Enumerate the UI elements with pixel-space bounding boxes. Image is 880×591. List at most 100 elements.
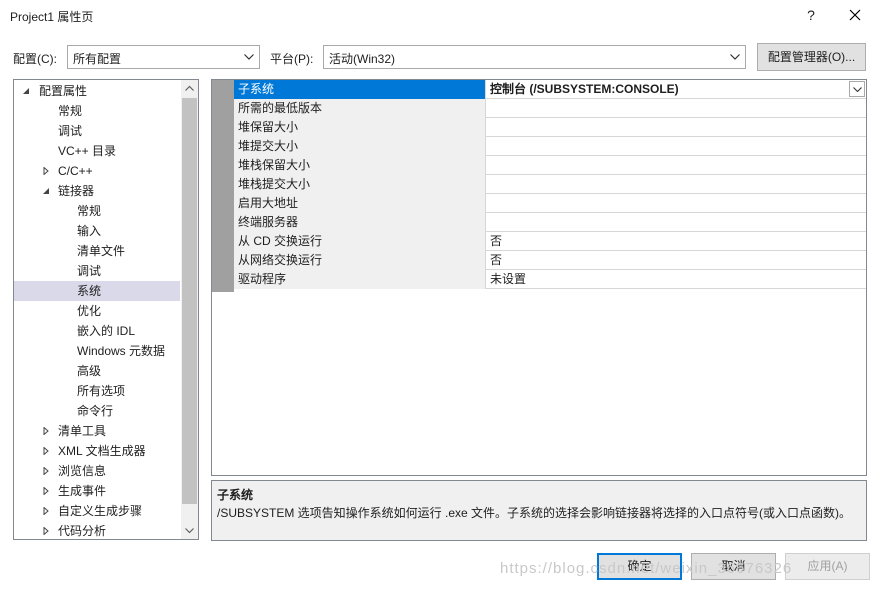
property-grid[interactable]: 子系统 控制台 (/SUBSYSTEM:CONSOLE) 所需的最低版本 堆保留大小堆… xyxy=(211,79,867,476)
property-value[interactable]: 控制台 (/SUBSYSTEM:CONSOLE) xyxy=(487,80,866,99)
collapsed-triangle-icon[interactable] xyxy=(42,167,50,175)
collapsed-triangle-icon[interactable] xyxy=(42,527,50,535)
collapsed-triangle-icon[interactable] xyxy=(42,447,50,455)
tree-item-label: 嵌入的 IDL xyxy=(77,324,136,338)
property-row[interactable]: 从网络交换运行否 xyxy=(234,251,866,270)
config-select[interactable]: 所有配置 xyxy=(67,45,260,69)
tree-item[interactable]: 嵌入的 IDL xyxy=(14,321,180,341)
tree-item[interactable]: 自定义生成步骤 xyxy=(14,501,180,521)
grid-gutter xyxy=(212,80,234,292)
tree-item-label: 自定义生成步骤 xyxy=(58,504,143,518)
chevron-down-icon xyxy=(185,528,194,534)
config-select-value: 所有配置 xyxy=(73,52,122,66)
config-manager-button[interactable]: 配置管理器(O)... xyxy=(757,43,866,71)
property-name: 堆提交大小 xyxy=(234,137,486,156)
property-name: 从网络交换运行 xyxy=(234,251,486,270)
help-button[interactable]: ? xyxy=(796,0,826,30)
tree-item-label: 调试 xyxy=(58,124,83,138)
apply-button[interactable]: 应用(A) xyxy=(785,553,870,580)
tree-item[interactable]: 命令行 xyxy=(14,401,180,421)
tree-item[interactable]: 所有选项 xyxy=(14,381,180,401)
property-value[interactable] xyxy=(487,99,866,118)
collapsed-triangle-icon[interactable] xyxy=(42,467,50,475)
tree-item[interactable]: XML 文档生成器 xyxy=(14,441,180,461)
property-row[interactable]: 子系统 控制台 (/SUBSYSTEM:CONSOLE) xyxy=(234,80,866,99)
tree-item[interactable]: 输入 xyxy=(14,221,180,241)
tree-item-label: 代码分析 xyxy=(58,524,107,538)
property-row[interactable]: 驱动程序 未设置 xyxy=(234,270,866,289)
tree-item-label: XML 文档生成器 xyxy=(58,444,146,458)
tree-item[interactable]: 生成事件 xyxy=(14,481,180,501)
expanded-triangle-icon[interactable] xyxy=(22,87,30,95)
close-button[interactable] xyxy=(840,0,870,30)
tree-item[interactable]: 系统 xyxy=(14,281,180,301)
tree-item-label: VC++ 目录 xyxy=(58,144,117,158)
tree-item[interactable]: Windows 元数据 xyxy=(14,341,180,361)
property-name: 所需的最低版本 xyxy=(234,99,486,118)
tree-item-label: 高级 xyxy=(77,364,102,378)
tree-item[interactable]: 调试 xyxy=(14,261,180,281)
property-name: 驱动程序 xyxy=(234,270,486,289)
property-row[interactable]: 终端服务器 xyxy=(234,213,866,232)
description-title: 子系统 xyxy=(217,488,254,502)
property-value[interactable] xyxy=(487,156,866,175)
tree-item-label: 所有选项 xyxy=(77,384,126,398)
platform-select[interactable]: 活动(Win32) xyxy=(323,45,746,69)
tree-item-label: 清单工具 xyxy=(58,424,107,438)
tree-item[interactable]: 配置属性 xyxy=(14,81,180,101)
scroll-down-button[interactable] xyxy=(181,522,198,539)
scrollbar-thumb[interactable] xyxy=(182,98,197,504)
tree-item[interactable]: 清单文件 xyxy=(14,241,180,261)
tree-item-label: 链接器 xyxy=(58,184,95,198)
property-row[interactable]: 从 CD 交换运行否 xyxy=(234,232,866,251)
property-value[interactable] xyxy=(487,175,866,194)
property-row[interactable]: 堆栈保留大小 xyxy=(234,156,866,175)
property-value[interactable]: 未设置 xyxy=(487,270,866,289)
property-row[interactable]: 堆栈提交大小 xyxy=(234,175,866,194)
property-value[interactable] xyxy=(487,194,866,213)
property-row[interactable]: 堆保留大小 xyxy=(234,118,866,137)
watermark: https://blog.csdn.net/weixin_36676326 xyxy=(500,560,793,577)
collapsed-triangle-icon[interactable] xyxy=(42,427,50,435)
tree-item-label: 系统 xyxy=(77,284,102,298)
tree-item[interactable]: VC++ 目录 xyxy=(14,141,180,161)
property-value[interactable] xyxy=(487,118,866,137)
tree-item-label: 调试 xyxy=(77,264,102,278)
tree-item[interactable]: 浏览信息 xyxy=(14,461,180,481)
tree-item[interactable]: 高级 xyxy=(14,361,180,381)
tree-item[interactable]: 常规 xyxy=(14,201,180,221)
scroll-up-button[interactable] xyxy=(181,80,198,97)
tree-item[interactable]: 常规 xyxy=(14,101,180,121)
property-name: 堆栈保留大小 xyxy=(234,156,486,175)
category-tree[interactable]: 配置属性 常规 调试 VC++ 目录 C/C++ 链接器 常规 输入 清单文件 调试 系统 优化 嵌入的… xyxy=(13,79,199,540)
property-value[interactable] xyxy=(487,137,866,156)
property-name: 从 CD 交换运行 xyxy=(234,232,486,251)
property-row[interactable]: 启用大地址 xyxy=(234,194,866,213)
tree-scrollbar[interactable] xyxy=(181,80,198,539)
tree-item[interactable]: 清单工具 xyxy=(14,421,180,441)
tree-item[interactable]: 调试 xyxy=(14,121,180,141)
close-icon xyxy=(849,9,861,21)
property-name: 启用大地址 xyxy=(234,194,486,213)
config-label: 配置(C): xyxy=(13,52,57,66)
tree-item-label: 输入 xyxy=(77,224,102,238)
tree-item-label: Windows 元数据 xyxy=(77,344,166,358)
tree-item[interactable]: 代码分析 xyxy=(14,521,180,539)
tree-item[interactable]: 链接器 xyxy=(14,181,180,201)
tree-item[interactable]: C/C++ xyxy=(14,161,180,181)
property-row[interactable]: 所需的最低版本 xyxy=(234,99,866,118)
property-dropdown-button[interactable] xyxy=(849,81,865,97)
property-value[interactable] xyxy=(487,213,866,232)
tree-item-label: 清单文件 xyxy=(77,244,126,258)
chevron-down-icon xyxy=(244,54,254,60)
property-row[interactable]: 堆提交大小 xyxy=(234,137,866,156)
property-value[interactable]: 否 xyxy=(487,251,866,270)
property-value[interactable]: 否 xyxy=(487,232,866,251)
chevron-up-icon xyxy=(185,85,194,91)
property-name: 子系统 xyxy=(234,80,486,99)
collapsed-triangle-icon[interactable] xyxy=(42,487,50,495)
tree-item[interactable]: 优化 xyxy=(14,301,180,321)
expanded-triangle-icon[interactable] xyxy=(42,187,50,195)
collapsed-triangle-icon[interactable] xyxy=(42,507,50,515)
title-bar: Project1 属性页 ? xyxy=(0,0,880,30)
